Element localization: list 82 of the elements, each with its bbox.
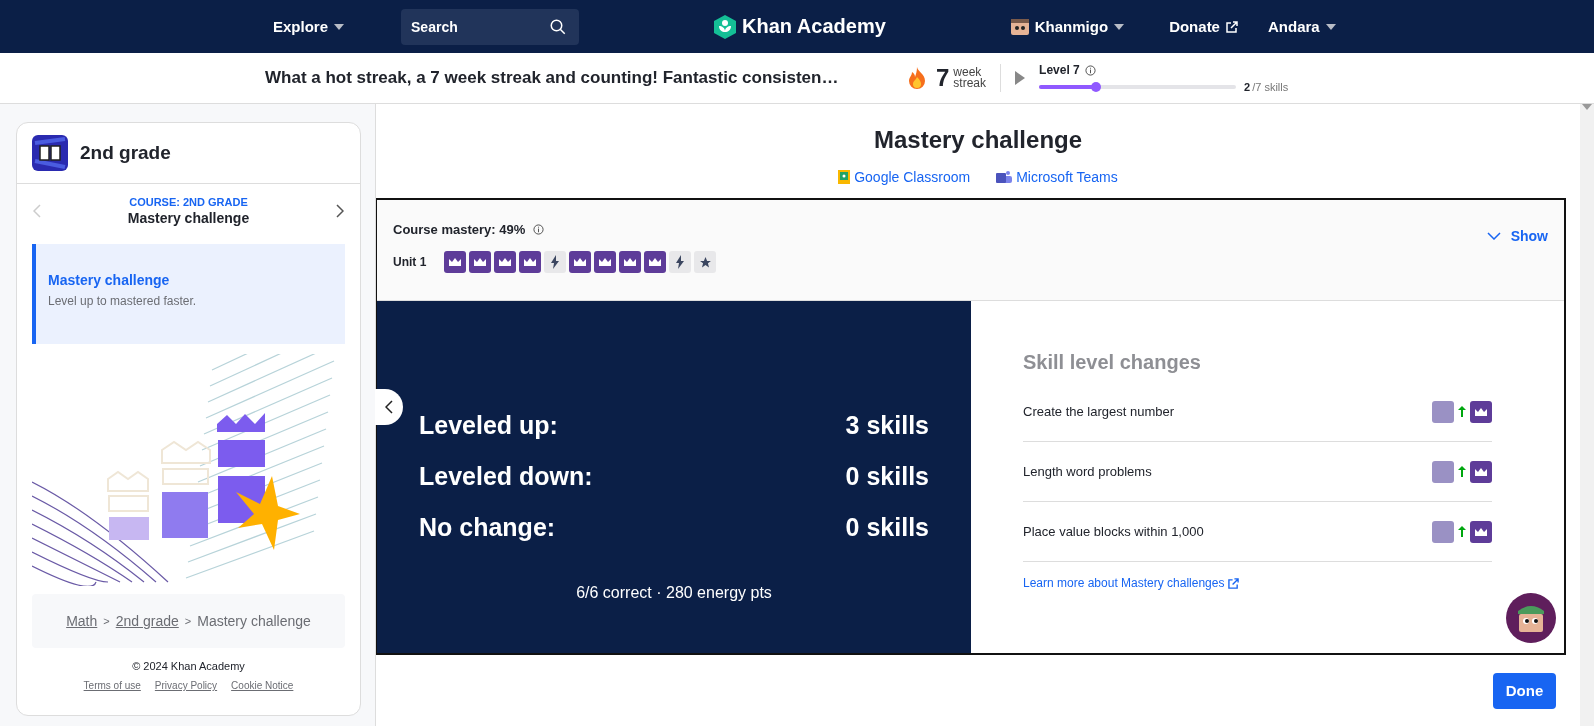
crown-icon[interactable] — [594, 251, 617, 273]
summary-value: 0 skills — [845, 462, 929, 492]
breadcrumb-separator: > — [184, 615, 192, 627]
chevron-left-icon — [385, 400, 393, 414]
scrollbar[interactable] — [1580, 104, 1594, 726]
course-label: COURSE: 2ND GRADE — [129, 196, 248, 208]
skill-name: Create the largest number — [1023, 404, 1175, 419]
arrow-up-icon — [1458, 526, 1466, 537]
streak-count: 7 — [936, 64, 950, 92]
summary-value: 3 skills — [845, 411, 929, 441]
breadcrumb-link[interactable]: 2nd grade — [115, 613, 179, 629]
lesson-title: Mastery challenge — [127, 210, 250, 226]
classroom-icon — [838, 170, 851, 184]
summary-label: No change: — [419, 513, 556, 543]
teams-icon — [996, 170, 1013, 184]
footer-link[interactable]: Cookie Notice — [231, 680, 294, 691]
lesson-item-subtitle: Level up to mastered faster. — [48, 294, 198, 308]
streak-unit: streak — [953, 78, 987, 89]
robot-face-icon — [1010, 18, 1029, 35]
explore-menu[interactable]: Explore — [273, 14, 345, 39]
external-link-icon — [1228, 577, 1240, 589]
crown-icon[interactable] — [494, 251, 517, 273]
summary-label: Leveled up: — [419, 411, 558, 441]
arrow-up-icon — [1458, 466, 1466, 477]
breadcrumb-separator: > — [103, 615, 110, 627]
crown-icon[interactable] — [519, 251, 542, 273]
skill-name: Place value blocks within 1,000 — [1023, 524, 1204, 539]
khanmigo-avatar[interactable] — [1506, 593, 1556, 643]
share-link[interactable]: Microsoft Teams — [996, 162, 1118, 192]
skills-total: /7 skills — [1252, 81, 1289, 93]
footer-link[interactable]: Privacy Policy — [154, 680, 218, 691]
play-icon — [1015, 71, 1026, 85]
lesson-item[interactable]: Mastery challenge Level up to mastered faster. — [32, 244, 345, 344]
breadcrumb-link[interactable]: Math — [66, 613, 98, 629]
search-icon — [549, 17, 568, 36]
copyright: © 2024 Khan Academy — [132, 660, 245, 672]
crown-icon[interactable] — [444, 251, 467, 273]
crown-icon[interactable] — [569, 251, 592, 273]
chevron-down-icon — [1486, 232, 1501, 240]
chevron-right-icon[interactable] — [336, 204, 344, 218]
caret-icon — [1114, 23, 1125, 30]
crown-icon[interactable] — [469, 251, 492, 273]
breadcrumb-current: Mastery challenge — [197, 613, 311, 629]
progress-thumb — [1091, 82, 1102, 92]
donate-link[interactable]: Donate — [1169, 14, 1238, 39]
logo-icon — [714, 14, 737, 39]
done-button[interactable]: Done — [1493, 672, 1556, 709]
unit-label: Unit 1 — [393, 255, 427, 269]
course-mastery-label: Course mastery: 49% — [393, 222, 526, 237]
crown-icon[interactable] — [619, 251, 642, 273]
summary-footer: 6/6 correct · 280 energy pts — [576, 584, 772, 601]
skills-count: 2 — [1244, 81, 1251, 93]
lightning-icon[interactable] — [669, 251, 692, 273]
info-icon — [1084, 64, 1096, 76]
khanmigo-menu[interactable]: Khanmigo — [1010, 14, 1125, 39]
crown-icon[interactable] — [644, 251, 667, 273]
info-icon — [533, 224, 545, 235]
skill-name: Length word problems — [1023, 464, 1152, 479]
course-title: 2nd grade — [80, 142, 171, 164]
summary-label: Leveled down: — [419, 462, 593, 492]
summary-value: 0 skills — [845, 513, 929, 543]
skill-changes-title: Skill level changes — [1023, 351, 1202, 374]
share-link[interactable]: Google Classroom — [838, 162, 971, 192]
page-title: Mastery challenge — [872, 126, 1084, 154]
caret-icon — [1325, 23, 1336, 30]
level-label: Level 7 — [1039, 63, 1080, 77]
collapse-button[interactable] — [375, 389, 403, 425]
book-icon — [32, 135, 68, 171]
search-field[interactable]: Search — [401, 8, 580, 45]
user-menu[interactable]: Andara — [1267, 14, 1336, 39]
arrow-up-icon — [1458, 406, 1466, 417]
external-link-icon — [1225, 20, 1238, 33]
learn-more-link[interactable]: Learn more about Mastery challenges — [1023, 576, 1492, 590]
lesson-item-title: Mastery challenge — [48, 272, 171, 288]
streak-message: What a hot streak, a 7 week streak and counting! Fantastic consisten… — [265, 68, 840, 88]
footer-link[interactable]: Terms of use — [83, 680, 141, 691]
show-toggle[interactable]: Show — [1486, 224, 1548, 248]
streak-unit: week — [953, 67, 982, 78]
logo-text[interactable]: Khan Academy — [742, 15, 886, 38]
lightning-icon[interactable] — [544, 251, 567, 273]
flame-icon — [908, 67, 926, 89]
caret-icon — [334, 23, 345, 30]
